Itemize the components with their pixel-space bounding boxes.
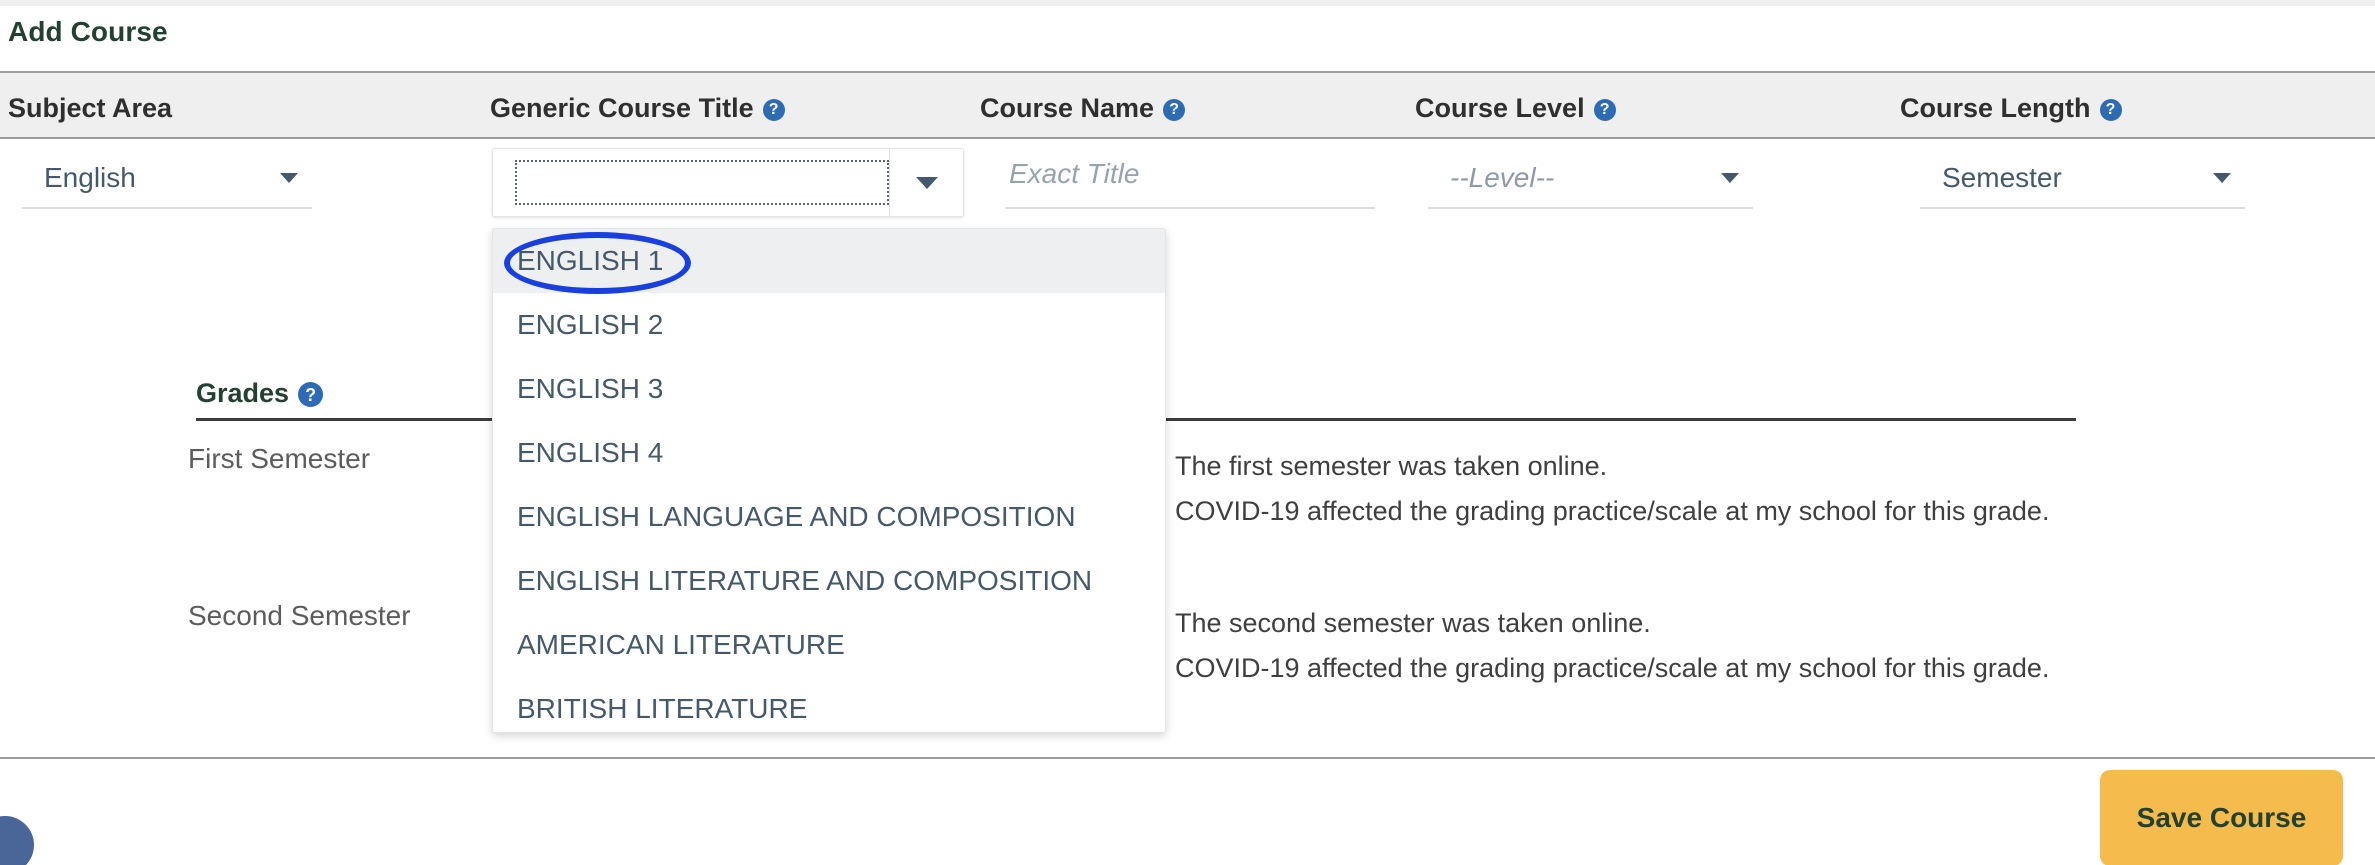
column-header-course-name: Course Name ? xyxy=(980,93,1186,124)
save-course-button[interactable]: Save Course xyxy=(2100,770,2343,865)
column-header-subject-area: Subject Area xyxy=(8,93,172,124)
checkbox-label-second-semester-online: The second semester was taken online. xyxy=(1175,608,1651,638)
chevron-down-icon-subject-area xyxy=(280,173,298,183)
add-course-page: Add Course Subject Area Generic Course T… xyxy=(0,0,2375,865)
generic-course-title-dropdown-list[interactable]: ENGLISH 1 ENGLISH 2 ENGLISH 3 ENGLISH 4 ENGL… xyxy=(492,228,1166,733)
generic-course-title-input[interactable] xyxy=(515,160,889,205)
help-icon-course-level[interactable]: ? xyxy=(1593,98,1616,121)
column-header-generic-course-title: Generic Course Title ? xyxy=(490,93,785,124)
grades-heading-wrap: Grades ? xyxy=(196,378,324,409)
subject-area-value: English xyxy=(44,162,136,193)
course-level-value: --Level-- xyxy=(1450,162,1555,193)
course-level-select[interactable]: --Level-- xyxy=(1428,149,1753,209)
course-length-value: Semester xyxy=(1942,162,2062,193)
dropdown-option[interactable]: ENGLISH 4 xyxy=(493,421,1165,485)
generic-course-title-dropdown-button[interactable] xyxy=(889,149,963,216)
help-icon-course-length[interactable]: ? xyxy=(2099,98,2122,121)
chat-bubble-icon[interactable] xyxy=(0,816,34,865)
course-name-input[interactable] xyxy=(1005,149,1375,209)
dropdown-option[interactable]: ENGLISH 3 xyxy=(493,357,1165,421)
checkbox-row-first-online[interactable]: The first semester was taken online. xyxy=(1134,451,1607,482)
chevron-down-icon-course-level xyxy=(1721,173,1739,183)
dropdown-option[interactable]: ENGLISH LITERATURE AND COMPOSITION xyxy=(493,549,1165,613)
page-title: Add Course xyxy=(8,16,168,47)
grades-heading-label: Grades xyxy=(196,378,290,408)
footer-divider xyxy=(0,757,2375,759)
chevron-down-icon-generic-course-title xyxy=(915,176,938,189)
semester-label-first: First Semester xyxy=(188,443,371,474)
checkbox-label-first-semester-online: The first semester was taken online. xyxy=(1175,451,1608,481)
chevron-down-icon-course-length xyxy=(2213,173,2231,183)
course-length-select[interactable]: Semester xyxy=(1920,149,2245,209)
semester-label-second: Second Semester xyxy=(188,600,411,631)
dropdown-option[interactable]: ENGLISH 1 xyxy=(493,229,1165,293)
column-header-course-level-label: Course Level xyxy=(1415,93,1585,123)
column-header-course-level: Course Level ? xyxy=(1415,93,1616,124)
column-header-generic-course-title-label: Generic Course Title xyxy=(490,93,754,123)
column-header-subject-area-label: Subject Area xyxy=(8,93,173,123)
subject-area-select[interactable]: English xyxy=(22,149,312,209)
help-icon-course-name[interactable]: ? xyxy=(1163,98,1186,121)
checkbox-row-second-covid[interactable]: COVID-19 affected the grading practice/s… xyxy=(1134,653,2049,684)
top-strip xyxy=(0,0,2375,6)
checkbox-label-first-semester-covid: COVID-19 affected the grading practice/s… xyxy=(1175,496,2050,526)
checkbox-row-first-covid[interactable]: COVID-19 affected the grading practice/s… xyxy=(1134,496,2049,527)
generic-course-title-combobox[interactable] xyxy=(492,148,964,217)
column-header-course-length-label: Course Length xyxy=(1900,93,2091,123)
checkbox-label-second-semester-covid: COVID-19 affected the grading practice/s… xyxy=(1175,653,2050,683)
dropdown-option[interactable]: AMERICAN LITERATURE xyxy=(493,613,1165,677)
column-header-course-name-label: Course Name xyxy=(980,93,1155,123)
help-icon-generic-course-title[interactable]: ? xyxy=(762,98,785,121)
dropdown-option[interactable]: BRITISH LITERATURE xyxy=(493,677,1165,732)
column-header-course-length: Course Length ? xyxy=(1900,93,2122,124)
dropdown-option[interactable]: ENGLISH 2 xyxy=(493,293,1165,357)
column-header-band: Subject Area Generic Course Title ? Cour… xyxy=(0,71,2375,139)
dropdown-option[interactable]: ENGLISH LANGUAGE AND COMPOSITION xyxy=(493,485,1165,549)
help-icon-grades[interactable]: ? xyxy=(298,382,324,407)
checkbox-row-second-online[interactable]: The second semester was taken online. xyxy=(1134,608,1651,639)
